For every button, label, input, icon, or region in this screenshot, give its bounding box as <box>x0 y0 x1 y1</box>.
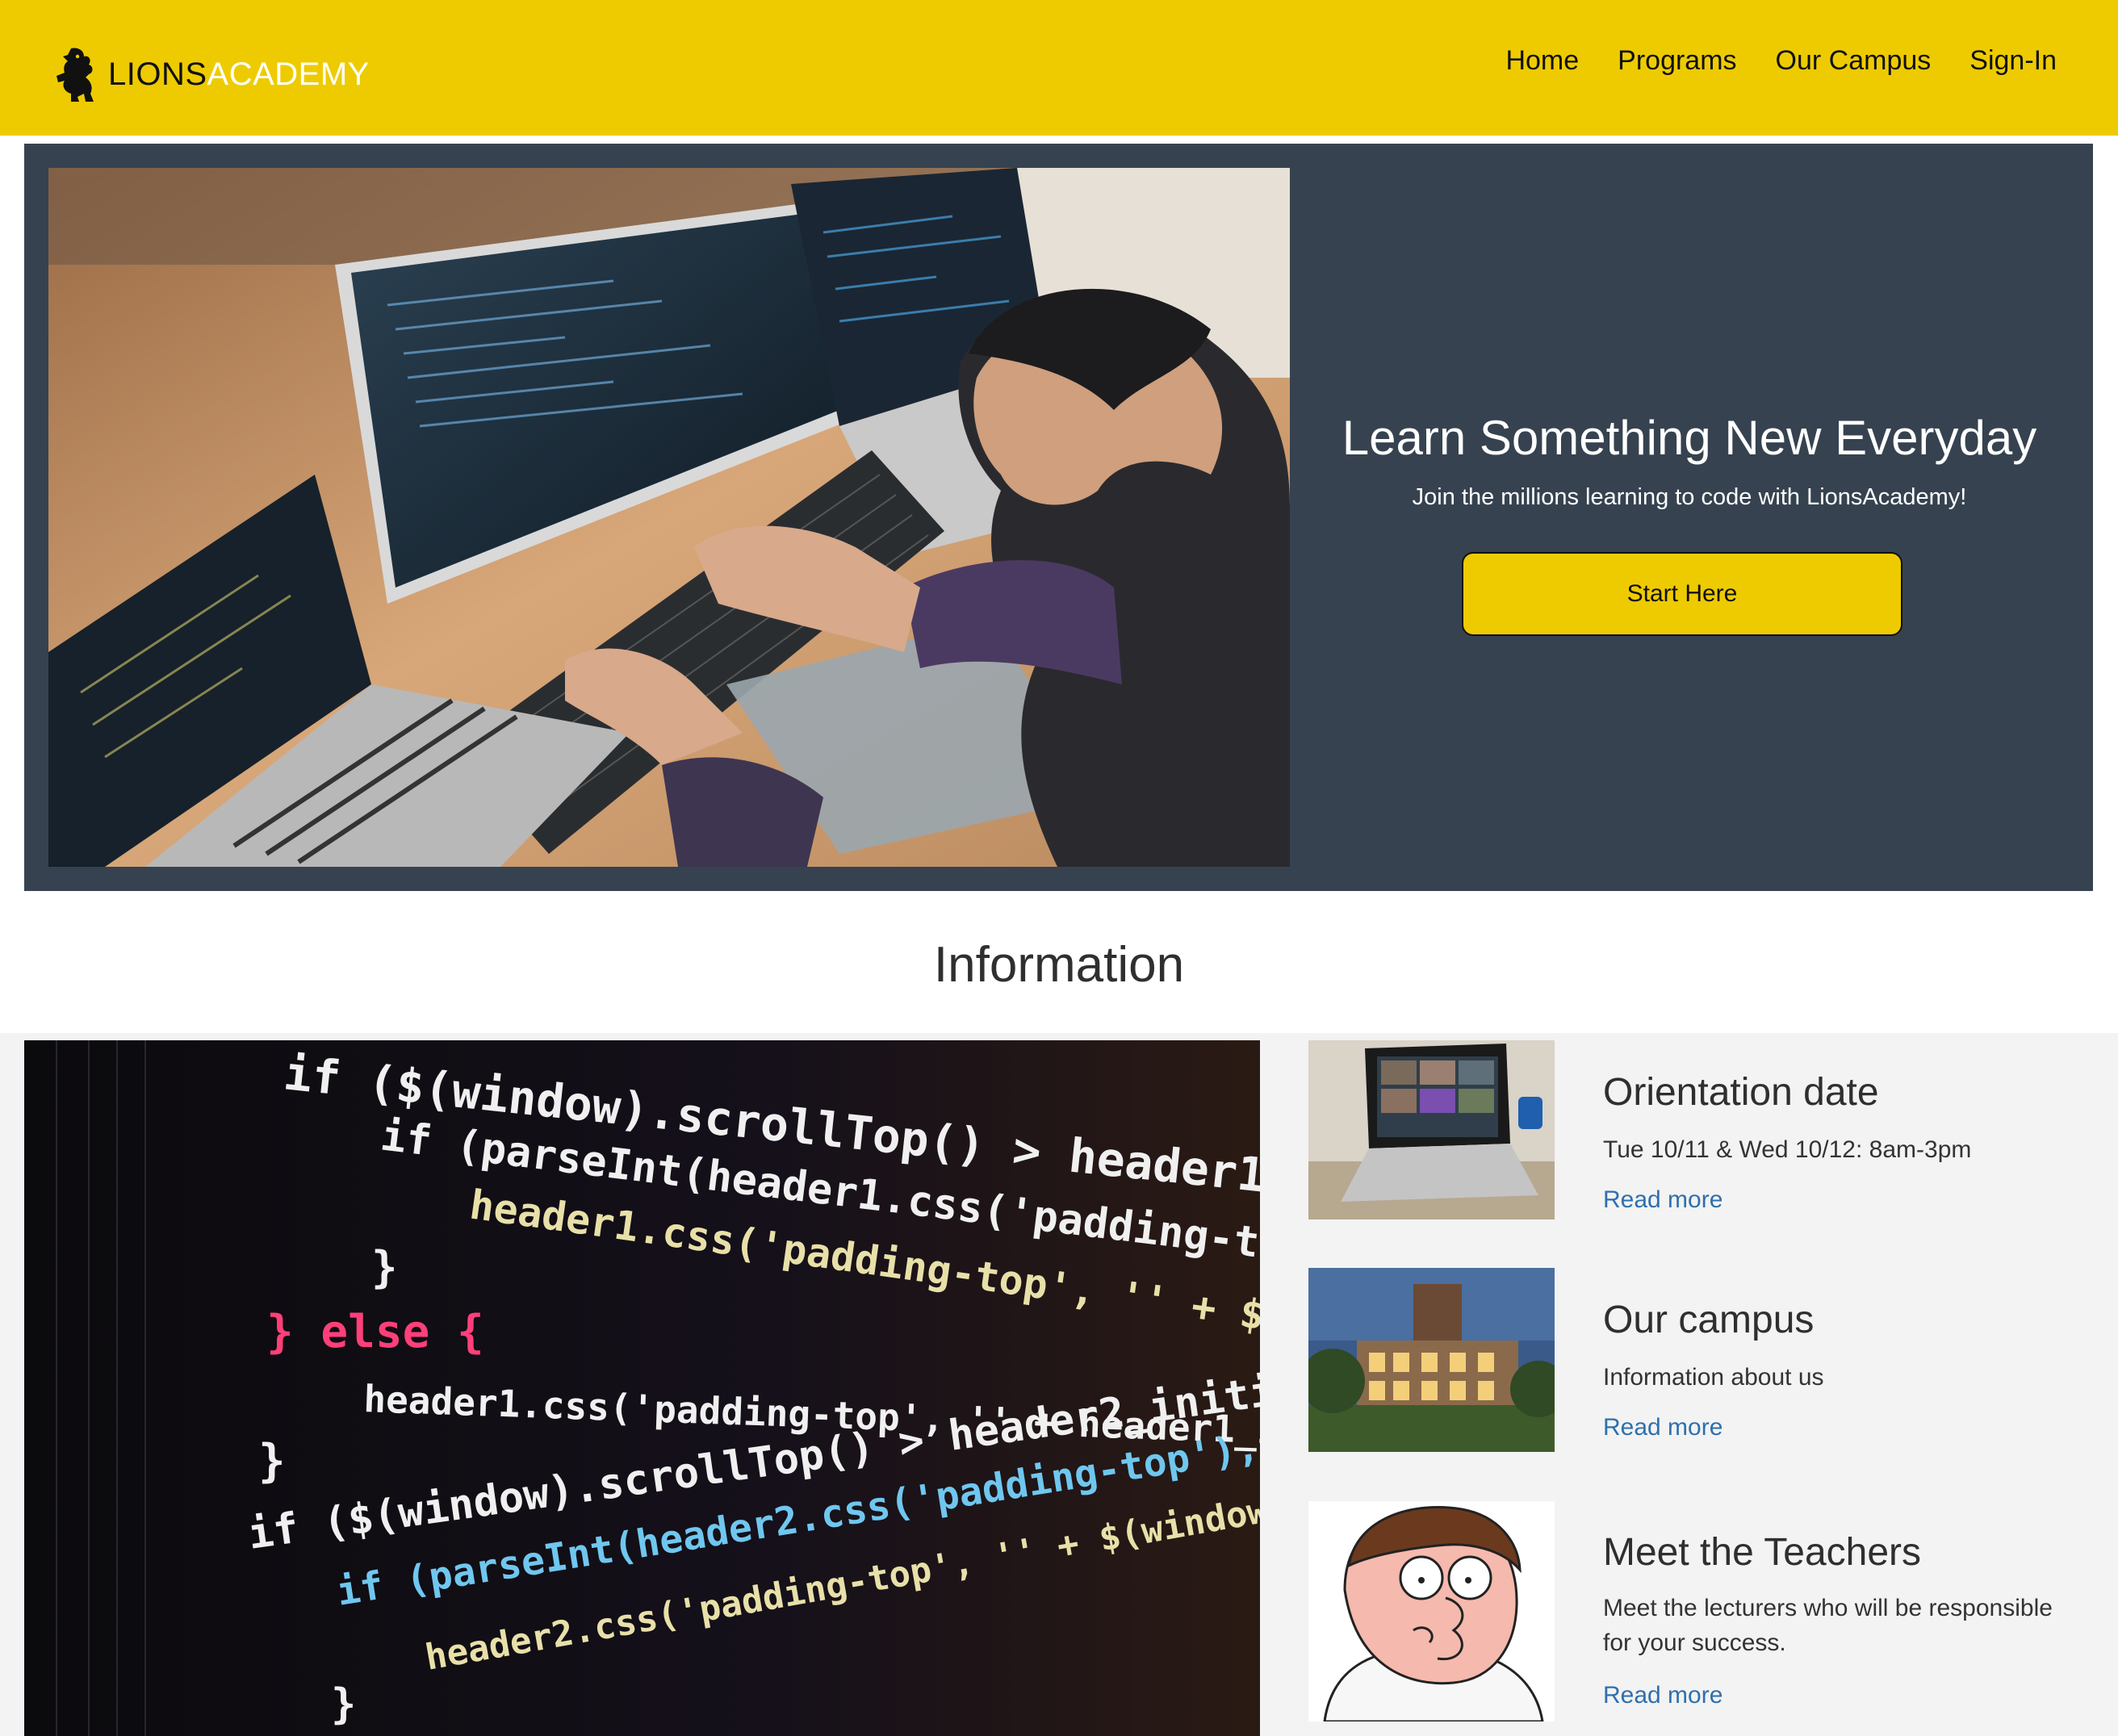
code-line-7: } <box>258 1435 286 1487</box>
meet-teachers-text: Meet the lecturers who will be responsib… <box>1603 1595 2053 1656</box>
code-line-4: } <box>371 1242 398 1293</box>
campus-read-more-link[interactable]: Read more <box>1603 1414 1722 1441</box>
lion-rampant-icon <box>57 48 94 102</box>
hero-image-programmer <box>48 168 1290 867</box>
teachers-read-more-link[interactable]: Read more <box>1603 1682 1722 1709</box>
campus-thumbnail <box>1308 1268 1555 1452</box>
hero-banner: Learn Something New Everyday Join the mi… <box>24 144 2093 891</box>
meet-teachers-title: Meet the Teachers <box>1603 1531 1922 1574</box>
nav-menu: Home Programs Our Campus Sign-In <box>1505 45 2057 77</box>
brand-name-part1: LIONS <box>108 56 207 92</box>
code-line-11: } <box>331 1680 356 1729</box>
nav-sign-in[interactable]: Sign-In <box>1969 45 2057 77</box>
navbar: LIONSACADEMY Home Programs Our Campus Si… <box>0 0 2118 136</box>
hero-title: Learn Something New Everyday <box>1342 411 2037 465</box>
brand-logo[interactable]: LIONSACADEMY <box>53 42 370 107</box>
our-campus-title: Our campus <box>1603 1299 1815 1341</box>
information-heading: Information <box>933 937 1185 993</box>
start-here-button[interactable]: Start Here <box>1462 552 1902 636</box>
nav-programs[interactable]: Programs <box>1618 45 1736 77</box>
orientation-date-text: Tue 10/11 & Wed 10/12: 8am-3pm <box>1603 1136 1972 1163</box>
hero-subtitle: Join the millions learning to code with … <box>1412 484 1967 510</box>
teacher-thumbnail <box>1308 1501 1555 1721</box>
nav-our-campus[interactable]: Our Campus <box>1776 45 1932 77</box>
orientation-date-title: Orientation date <box>1603 1071 1879 1114</box>
orientation-thumbnail <box>1308 1040 1555 1219</box>
code-line-5: } else { <box>266 1306 484 1358</box>
brand-name-part2: ACADEMY <box>207 56 370 92</box>
code-screen-image: if ($(window).scrollTop() > header1_init… <box>24 1040 1260 1736</box>
nav-home[interactable]: Home <box>1505 45 1579 77</box>
brand-name: LIONSACADEMY <box>108 56 370 93</box>
orientation-read-more-link[interactable]: Read more <box>1603 1186 1722 1214</box>
our-campus-text: Information about us <box>1603 1364 1824 1391</box>
